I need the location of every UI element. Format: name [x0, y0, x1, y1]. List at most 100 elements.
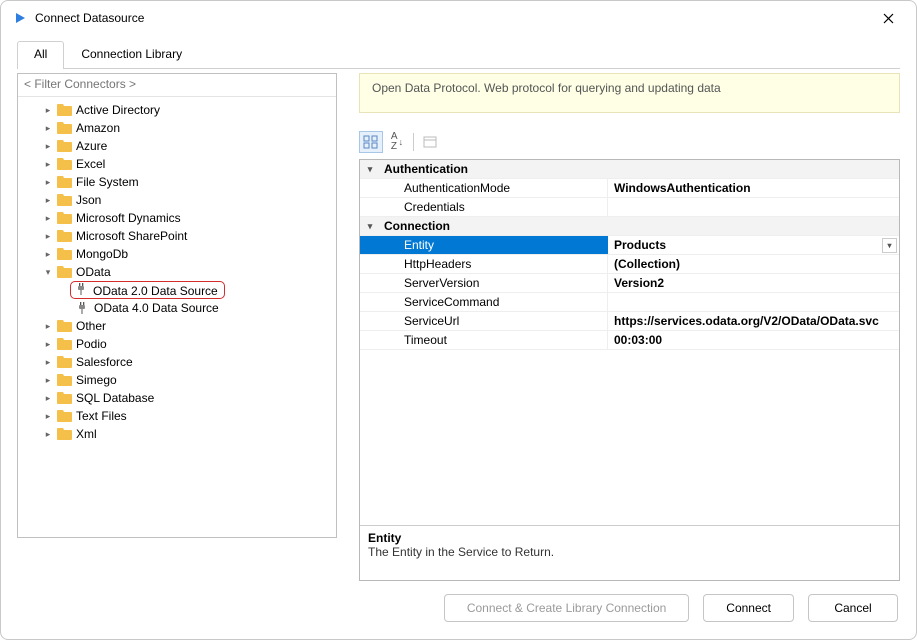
tree-folder[interactable]: ▸Azure — [20, 137, 334, 155]
tab-all[interactable]: All — [17, 41, 64, 69]
folder-icon — [56, 157, 72, 171]
property-value[interactable]: https://services.odata.org/V2/OData/ODat… — [608, 312, 899, 330]
tree-folder[interactable]: ▸Other — [20, 317, 334, 335]
tree-folder[interactable]: ▸ Active Directory — [20, 101, 334, 119]
folder-icon — [56, 337, 72, 351]
chevron-icon: ▸ — [42, 429, 54, 440]
tree-folder[interactable]: ▸Microsoft SharePoint — [20, 227, 334, 245]
tree-folder[interactable]: ▸Podio — [20, 335, 334, 353]
tree-item[interactable]: OData 2.0 Data Source — [20, 281, 334, 299]
property-pages-button[interactable] — [418, 131, 442, 153]
chevron-icon: ▸ — [42, 249, 54, 260]
folder-icon — [56, 121, 72, 135]
panels: ▸ Active Directory ▸ Amazon ▸Azure▸Excel▸Fil… — [17, 69, 900, 581]
folder-label: MongoDb — [76, 247, 128, 261]
dropdown-arrow-icon[interactable]: ▾ — [882, 238, 897, 253]
folder-label: Text Files — [76, 409, 127, 423]
chevron-icon: ▸ — [42, 393, 54, 404]
tree-folder[interactable]: ▸ Amazon — [20, 119, 334, 137]
chevron-icon: ▸ — [42, 141, 54, 152]
tree-folder[interactable]: ▸Simego — [20, 371, 334, 389]
folder-icon — [56, 139, 72, 153]
property-category[interactable]: ▾Connection — [360, 217, 899, 236]
property-name: AuthenticationMode — [380, 179, 608, 197]
tree-folder[interactable]: ▸Excel — [20, 155, 334, 173]
property-value[interactable] — [608, 198, 899, 216]
folder-label: Json — [76, 193, 101, 207]
close-button[interactable] — [870, 4, 906, 32]
tree-folder[interactable]: ▸Json — [20, 191, 334, 209]
chevron-icon: ▸ — [42, 213, 54, 224]
chevron-icon: ▸ — [42, 177, 54, 188]
folder-icon — [56, 409, 72, 423]
connector-tree[interactable]: ▸ Active Directory ▸ Amazon ▸Azure▸Excel▸Fil… — [18, 97, 336, 537]
property-row[interactable]: ServerVersionVersion2 — [360, 274, 899, 293]
dialog-window: Connect Datasource All Connection Librar… — [0, 0, 917, 640]
connector-tree-panel: ▸ Active Directory ▸ Amazon ▸Azure▸Excel▸Fil… — [17, 73, 337, 538]
folder-label: Xml — [76, 427, 97, 441]
folder-label: Amazon — [76, 121, 120, 135]
property-grid: ▾AuthenticationAuthenticationModeWindows… — [359, 159, 900, 581]
titlebar: Connect Datasource — [1, 1, 916, 35]
tree-folder[interactable]: ▸Microsoft Dynamics — [20, 209, 334, 227]
folder-label: Active Directory — [76, 103, 160, 117]
close-icon — [883, 13, 894, 24]
folder-label: OData — [76, 265, 111, 279]
tab-connection-library[interactable]: Connection Library — [64, 41, 199, 69]
folder-label: SQL Database — [76, 391, 154, 405]
property-row[interactable]: AuthenticationModeWindowsAuthentication — [360, 179, 899, 198]
filter-input[interactable] — [24, 77, 330, 91]
property-row[interactable]: EntityProducts▾ — [360, 236, 899, 255]
tree-folder[interactable]: ▾ OData — [20, 263, 334, 281]
cancel-button[interactable]: Cancel — [808, 594, 898, 622]
chevron-icon: ▾ — [42, 267, 54, 278]
property-name: ServerVersion — [380, 274, 608, 292]
property-value[interactable]: Products▾ — [608, 236, 899, 254]
property-row[interactable]: HttpHeaders(Collection) — [360, 255, 899, 274]
property-value[interactable]: WindowsAuthentication — [608, 179, 899, 197]
folder-label: Salesforce — [76, 355, 133, 369]
property-rows[interactable]: ▾AuthenticationAuthenticationModeWindows… — [360, 160, 899, 525]
chevron-icon: ▸ — [42, 357, 54, 368]
tree-folder[interactable]: ▸ MongoDb — [20, 245, 334, 263]
connect-button[interactable]: Connect — [703, 594, 794, 622]
tree-folder[interactable]: ▸ Xml — [20, 425, 334, 443]
property-value[interactable]: Version2 — [608, 274, 899, 292]
property-name: HttpHeaders — [380, 255, 608, 273]
property-row[interactable]: Credentials — [360, 198, 899, 217]
folder-icon — [56, 193, 72, 207]
chevron-icon: ▸ — [42, 159, 54, 170]
property-name: Timeout — [380, 331, 608, 349]
connect-create-library-button[interactable]: Connect & Create Library Connection — [444, 594, 689, 622]
chevron-icon: ▸ — [42, 123, 54, 134]
chevron-icon: ▸ — [42, 105, 54, 116]
chevron-icon: ▸ — [42, 375, 54, 386]
property-name: ServiceUrl — [380, 312, 608, 330]
item-label: OData 4.0 Data Source — [94, 301, 219, 315]
property-help: Entity The Entity in the Service to Retu… — [360, 525, 899, 580]
property-category[interactable]: ▾Authentication — [360, 160, 899, 179]
categorized-button[interactable] — [359, 131, 383, 153]
property-value[interactable]: 00:03:00 — [608, 331, 899, 349]
property-row[interactable]: ServiceCommand — [360, 293, 899, 312]
app-play-icon — [13, 11, 27, 25]
property-value[interactable] — [608, 293, 899, 311]
connector-icon — [74, 301, 90, 315]
tree-folder[interactable]: ▸Text Files — [20, 407, 334, 425]
category-label: Authentication — [380, 160, 608, 178]
tree-item[interactable]: OData 4.0 Data Source — [20, 299, 334, 317]
connector-description: Open Data Protocol. Web protocol for que… — [359, 73, 900, 113]
alphabetical-button[interactable]: AZ ↓ — [385, 131, 409, 153]
tree-folder[interactable]: ▸ SQL Database — [20, 389, 334, 407]
filter-box — [18, 74, 336, 97]
content-area: All Connection Library ▸ Active Directory… — [1, 35, 916, 581]
tree-folder[interactable]: ▸File System — [20, 173, 334, 191]
pages-icon — [422, 135, 438, 149]
tab-strip: All Connection Library — [17, 41, 900, 69]
property-row[interactable]: ServiceUrlhttps://services.odata.org/V2/… — [360, 312, 899, 331]
folder-icon — [56, 247, 72, 261]
folder-label: Other — [76, 319, 106, 333]
tree-folder[interactable]: ▸ Salesforce — [20, 353, 334, 371]
property-value[interactable]: (Collection) — [608, 255, 899, 273]
property-row[interactable]: Timeout00:03:00 — [360, 331, 899, 350]
